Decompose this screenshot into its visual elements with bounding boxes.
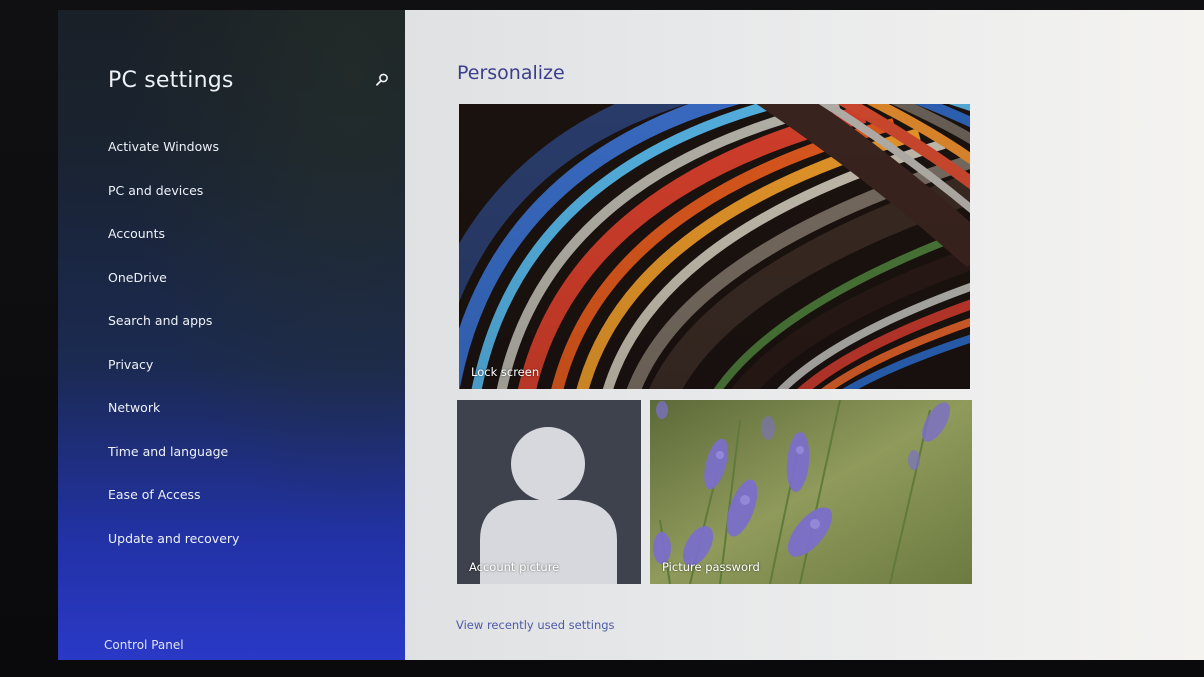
account-picture-tile[interactable]: Account picture [457, 400, 641, 584]
user-silhouette-icon [457, 400, 641, 584]
sidebar-item-network[interactable]: Network [108, 386, 239, 430]
sidebar-title: PC settings [108, 68, 234, 93]
sidebar-item-search-and-apps[interactable]: Search and apps [108, 299, 239, 343]
sidebar-item-activate-windows[interactable]: Activate Windows [108, 125, 239, 169]
settings-nav: Activate Windows PC and devices Accounts… [108, 125, 239, 560]
sidebar-item-accounts[interactable]: Accounts [108, 212, 239, 256]
sidebar-item-update-and-recovery[interactable]: Update and recovery [108, 517, 239, 561]
personalize-pane: Personalize Lock screen Account picture … [405, 10, 1204, 660]
sidebar-item-privacy[interactable]: Privacy [108, 343, 239, 387]
lock-screen-tile[interactable]: Lock screen [459, 104, 970, 389]
page-title: Personalize [457, 62, 565, 84]
picture-password-label: Picture password [662, 560, 760, 574]
lock-screen-image [459, 104, 970, 389]
sidebar-item-ease-of-access[interactable]: Ease of Access [108, 473, 239, 517]
sidebar: PC settings Activate Windows PC and devi… [58, 10, 405, 660]
picture-password-tile[interactable]: Picture password [650, 400, 972, 584]
account-picture-label: Account picture [469, 560, 560, 574]
sidebar-item-time-and-language[interactable]: Time and language [108, 430, 239, 474]
search-icon[interactable] [374, 72, 390, 88]
control-panel-link[interactable]: Control Panel [104, 638, 184, 652]
sidebar-item-onedrive[interactable]: OneDrive [108, 256, 239, 300]
lock-screen-label: Lock screen [471, 365, 540, 379]
lavender-image [650, 400, 972, 584]
screen-frame: PC settings Activate Windows PC and devi… [0, 0, 1204, 677]
view-recent-settings-link[interactable]: View recently used settings [456, 618, 615, 632]
sidebar-item-pc-and-devices[interactable]: PC and devices [108, 169, 239, 213]
